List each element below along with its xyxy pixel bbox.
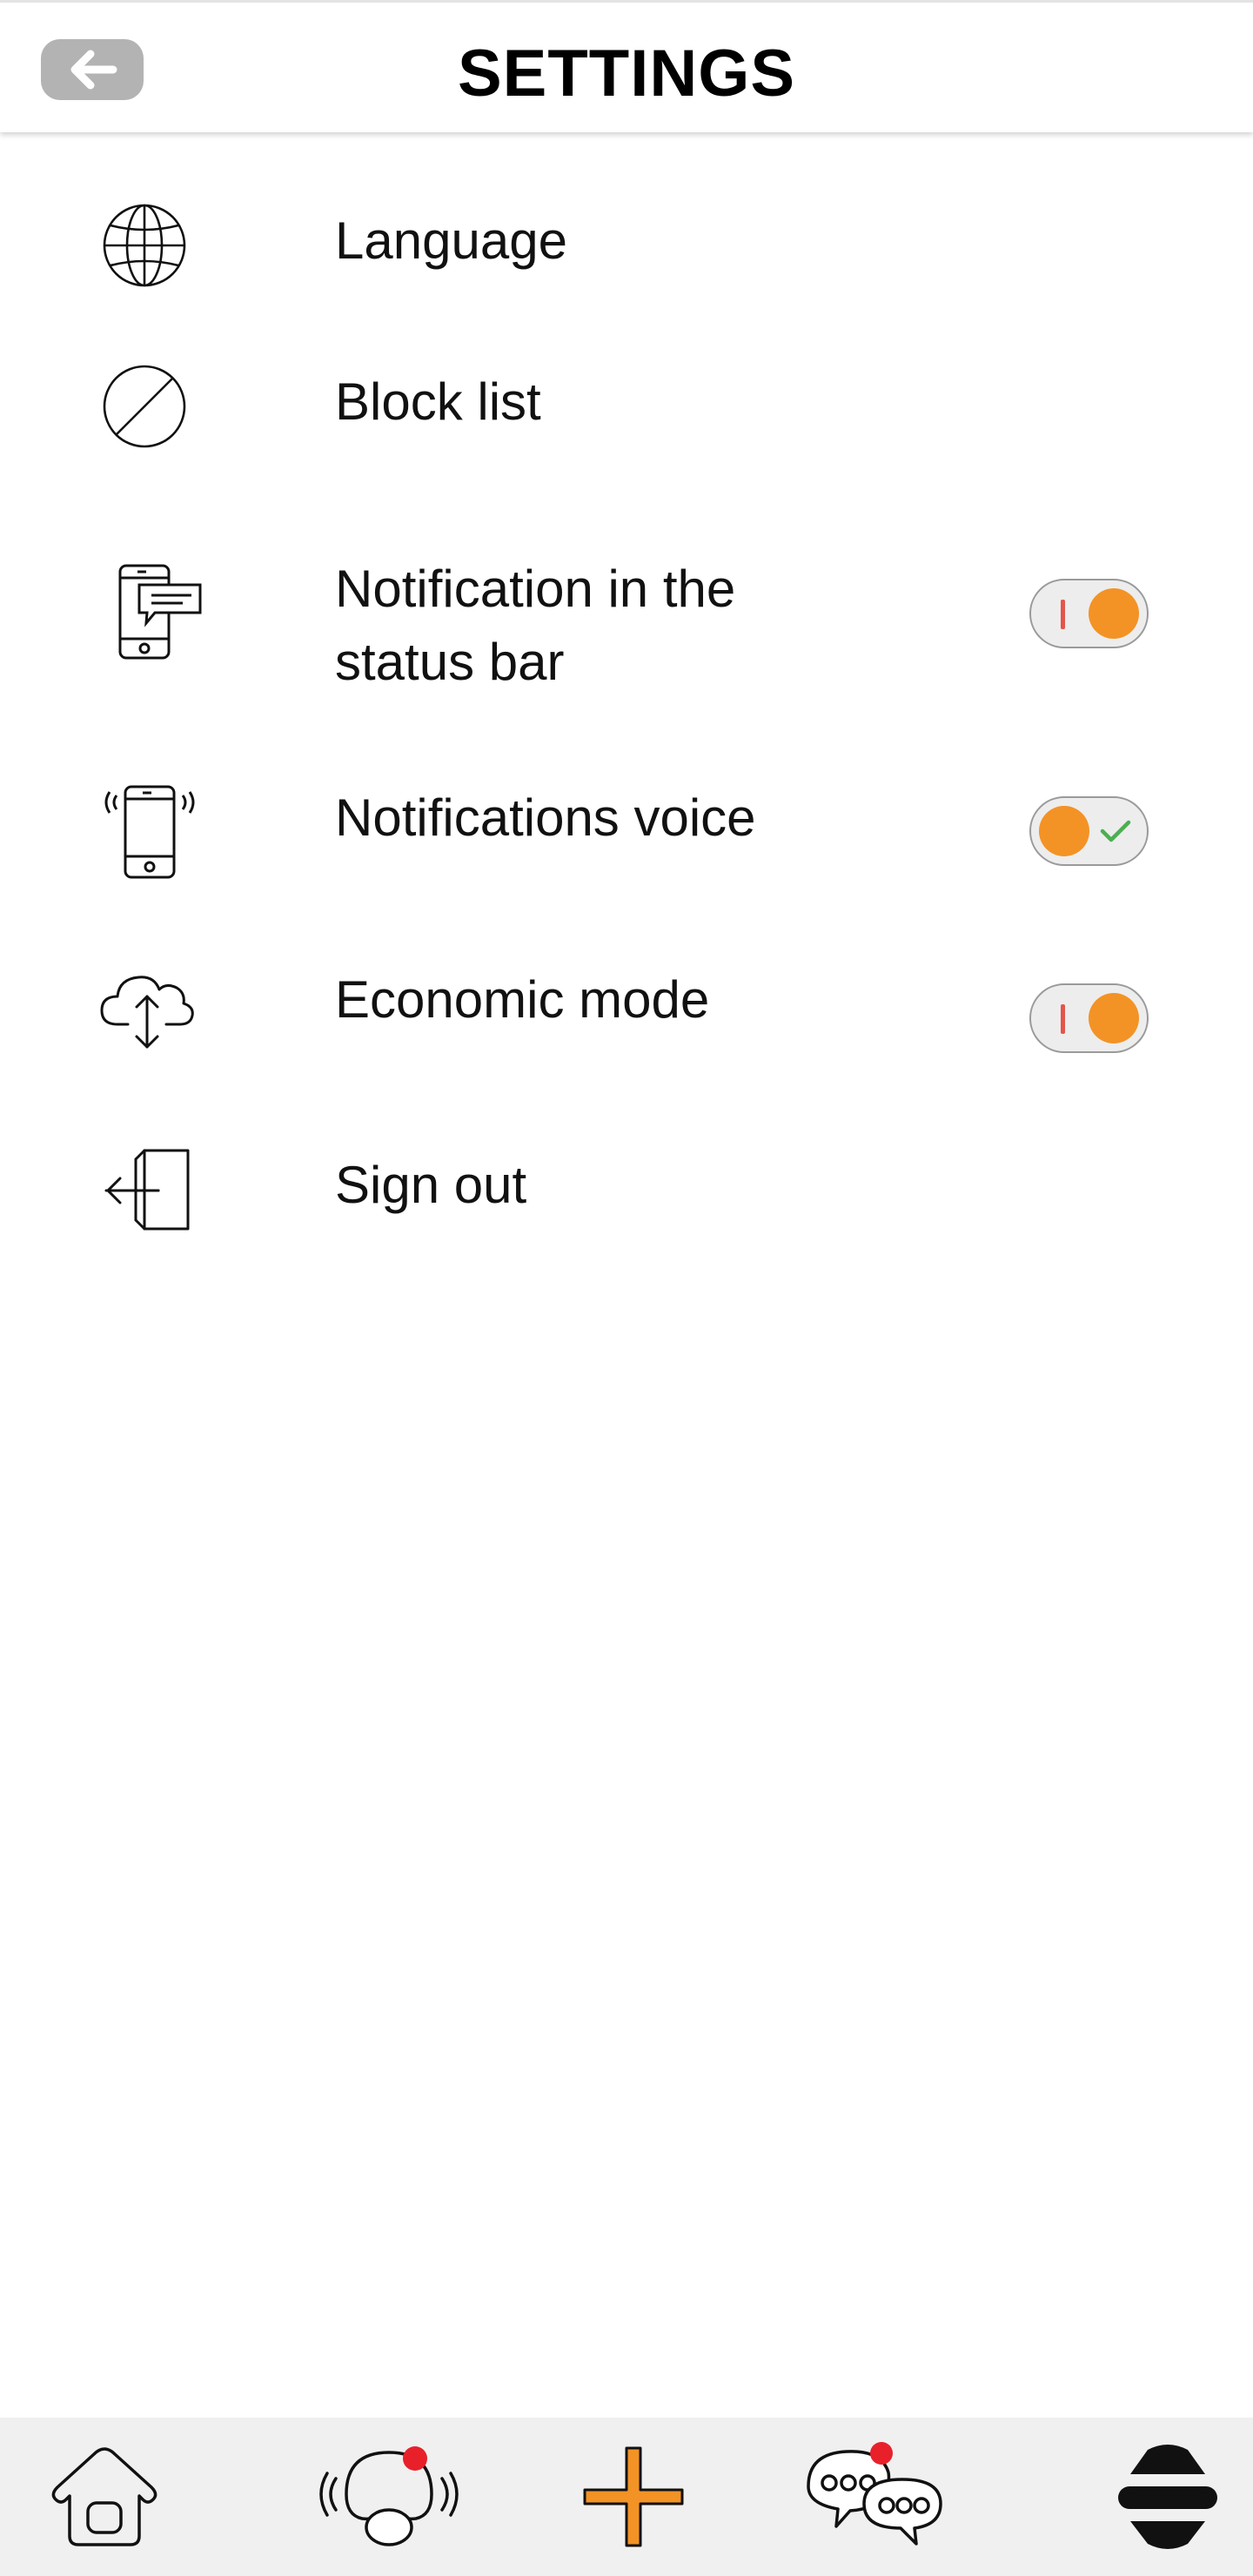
status-bar-notification-toggle[interactable] — [1029, 579, 1149, 648]
notification-dot — [869, 2442, 893, 2465]
home-icon — [51, 2447, 157, 2546]
toggle-knob — [1039, 806, 1089, 856]
toggle-off-mark — [1061, 600, 1065, 629]
nearby-people-icon — [319, 2446, 459, 2546]
cloud-sync-icon — [100, 976, 194, 1049]
nav-nearby[interactable] — [315, 2418, 463, 2576]
toggle-knob — [1089, 588, 1139, 639]
setting-block-list[interactable]: Block list — [0, 352, 1253, 466]
nav-home[interactable] — [35, 2418, 174, 2576]
setting-status-bar-notification: Notification in the status bar — [0, 544, 1253, 701]
add-icon — [583, 2446, 684, 2547]
toggle-knob — [1089, 993, 1139, 1043]
setting-economic-mode: Economic mode — [0, 953, 1253, 1075]
block-icon — [103, 365, 186, 448]
phone-message-icon — [118, 564, 202, 660]
setting-notifications-voice-label: Notifications voice — [335, 788, 756, 847]
nav-chats[interactable] — [799, 2418, 951, 2576]
notification-dot — [403, 2446, 427, 2471]
check-icon — [1100, 820, 1131, 842]
phone-vibrate-icon — [104, 785, 195, 879]
setting-sign-out-label: Sign out — [335, 1156, 527, 1214]
setting-language-label: Language — [335, 211, 567, 270]
globe-icon — [103, 204, 186, 287]
page-title: SETTINGS — [457, 37, 796, 111]
bottom-navigation — [0, 2418, 1253, 2576]
economic-mode-toggle[interactable] — [1029, 983, 1149, 1053]
setting-sign-out[interactable]: Sign out — [0, 1131, 1253, 1253]
nav-menu[interactable] — [1098, 2418, 1237, 2576]
top-bar: SETTINGS — [0, 0, 1253, 132]
setting-economic-mode-label: Economic mode — [335, 970, 710, 1029]
setting-notifications-voice: Notifications voice — [0, 770, 1253, 892]
chat-icon — [806, 2442, 942, 2546]
setting-language[interactable]: Language — [0, 191, 1253, 305]
menu-icon — [1118, 2445, 1217, 2549]
notifications-voice-toggle[interactable] — [1029, 796, 1149, 866]
sign-out-icon — [104, 1149, 190, 1231]
setting-status-bar-notification-label: Notification in the status bar — [335, 560, 736, 691]
nav-add[interactable] — [564, 2418, 703, 2576]
toggle-off-mark — [1061, 1004, 1065, 1034]
setting-block-list-label: Block list — [335, 372, 541, 431]
